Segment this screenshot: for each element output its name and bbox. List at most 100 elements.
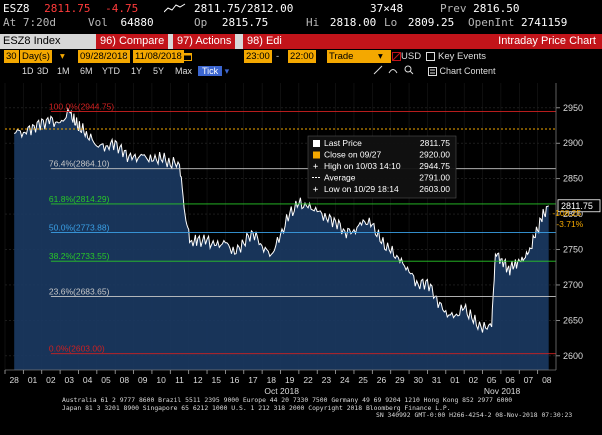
high-price: Hi 2818.00 [306, 16, 377, 29]
start-date-input[interactable]: 09/28/2018 [78, 50, 130, 63]
x-tick-label: 05 [487, 375, 497, 385]
legend-value: 2920.00 [419, 150, 450, 160]
bid-ask: 2811.75/2812.00 [194, 2, 294, 15]
x-tick-label: 09 [138, 375, 148, 385]
y-tick-label: 2950 [563, 103, 583, 113]
compare-button[interactable]: 96) Compare [96, 34, 169, 49]
end-time-input[interactable]: 22:00 [288, 50, 316, 63]
range-1d[interactable]: 1D [22, 65, 34, 77]
legend-swatch [313, 151, 320, 159]
legend-value: 2811.75 [420, 138, 450, 148]
function-title: Intraday Price Chart [498, 35, 596, 47]
legend-label: Low on 10/29 18:14 [324, 184, 399, 194]
period-unit-select[interactable]: Day(s) [20, 50, 52, 63]
footer-line-1: Australia 61 2 9777 8600 Brazil 5511 239… [62, 396, 513, 404]
dropdown-arrow-icon[interactable]: ▾ [60, 50, 65, 63]
x-tick-label: 16 [230, 375, 240, 385]
quote-line-2: At 7:20d [3, 16, 56, 29]
x-tick-label: 18 [267, 375, 277, 385]
legend-marker: + [313, 162, 318, 172]
y-tick-label: 2600 [563, 351, 583, 361]
range-3d[interactable]: 3D [37, 65, 49, 77]
start-time-input[interactable]: 23:00 [244, 50, 272, 63]
last-time: 7:20d [22, 16, 56, 29]
range-ytd[interactable]: YTD [102, 65, 120, 77]
x-tick-label: 24 [340, 375, 350, 385]
x-tick-label: 12 [193, 375, 203, 385]
prev-close: Prev 2816.50 [440, 2, 520, 15]
x-tick-label: 07 [524, 375, 534, 385]
x-tick-label: 26 [377, 375, 387, 385]
currency-label[interactable]: USD [401, 50, 421, 63]
range-1y[interactable]: 1Y [131, 65, 142, 77]
x-tick-label: 10 [156, 375, 166, 385]
date-separator: - [124, 51, 128, 62]
period-count-input[interactable]: 30 [4, 50, 19, 63]
x-tick-label: 01 [450, 375, 460, 385]
x-tick-label: 03 [65, 375, 75, 385]
change-points: -108.25 [552, 208, 581, 218]
legend-value: 2791.00 [419, 173, 450, 183]
x-tick-label: 17 [248, 375, 258, 385]
y-tick-label: 2700 [563, 280, 583, 290]
x-tick-label: 02 [469, 375, 479, 385]
field-dropdown-icon[interactable]: ▾ [378, 50, 383, 63]
annotation-icon[interactable] [388, 65, 398, 78]
legend-label: Average [324, 173, 356, 183]
time-separator: - [276, 51, 280, 62]
legend-value: 2603.00 [419, 184, 450, 194]
security-field[interactable]: ESZ8 Index [3, 34, 60, 49]
legend-swatch [313, 140, 320, 147]
y-tick-label: 2750 [563, 245, 583, 255]
calendar-icon[interactable] [183, 50, 192, 63]
fib-label: 0.0%(2603.00) [49, 344, 105, 354]
x-tick-label: 02 [46, 375, 56, 385]
x-month-label: Nov 2018 [484, 386, 521, 396]
key-events-label: Key Events [438, 51, 487, 62]
x-tick-label: 08 [120, 375, 130, 385]
bid-ask-size: 37×48 [370, 2, 404, 15]
x-tick-label: 06 [505, 375, 515, 385]
volume: Vol 64880 [88, 16, 154, 29]
end-date-input[interactable]: 11/08/2018 [133, 50, 184, 63]
fib-label: 61.8%(2814.29) [49, 194, 110, 204]
price-chart[interactable]: 100.0%(2944.75) 76.4%(2864.10) 61.8%(2814.… [0, 78, 602, 408]
fib-label: 76.4%(2864.10) [49, 159, 110, 169]
key-events-checkbox[interactable] [426, 50, 435, 63]
chart-content-button[interactable]: Chart Content [428, 65, 496, 77]
range-5y[interactable]: 5Y [153, 65, 164, 77]
x-tick-label: 01 [28, 375, 38, 385]
x-tick-label: 28 [9, 375, 19, 385]
fib-label: 50.0%(2773.88) [49, 223, 110, 233]
x-tick-label: 22 [303, 375, 313, 385]
legend-marker: + [313, 185, 318, 195]
legend-label: Last Price [324, 138, 362, 148]
draw-line-icon[interactable] [373, 65, 383, 78]
x-tick-label: 30 [414, 375, 424, 385]
x-tick-label: 08 [542, 375, 552, 385]
zoom-icon[interactable] [404, 65, 414, 78]
x-tick-label: 23 [322, 375, 332, 385]
range-1m[interactable]: 1M [57, 65, 70, 77]
y-tick-label: 2850 [563, 174, 583, 184]
legend-value: 2944.75 [419, 161, 450, 171]
range-tick-selected[interactable]: Tick ▾ [198, 65, 229, 77]
x-tick-label: 31 [432, 375, 442, 385]
no-events-icon [392, 50, 401, 63]
actions-button[interactable]: 97) Actions [173, 34, 236, 49]
legend-label: High on 10/03 14:10 [324, 161, 401, 171]
legend-label: Close on 09/27 [324, 150, 381, 160]
y-tick-label: 2650 [563, 315, 583, 325]
low-price: Lo 2809.25 [384, 16, 455, 29]
x-tick-label: 05 [101, 375, 111, 385]
x-tick-label: 29 [395, 375, 405, 385]
ticker: ESZ8 [3, 2, 30, 15]
fib-label: 100.0%(2944.75) [49, 102, 114, 112]
x-month-label: Oct 2018 [264, 386, 299, 396]
range-6m[interactable]: 6M [80, 65, 93, 77]
net-change: -4.75 [105, 2, 139, 15]
quote-line-1: ESZ8 2811.75 -4.75 [3, 3, 138, 15]
x-tick-label: 15 [211, 375, 221, 385]
trend-icon [163, 3, 186, 17]
range-max[interactable]: Max [175, 65, 192, 77]
